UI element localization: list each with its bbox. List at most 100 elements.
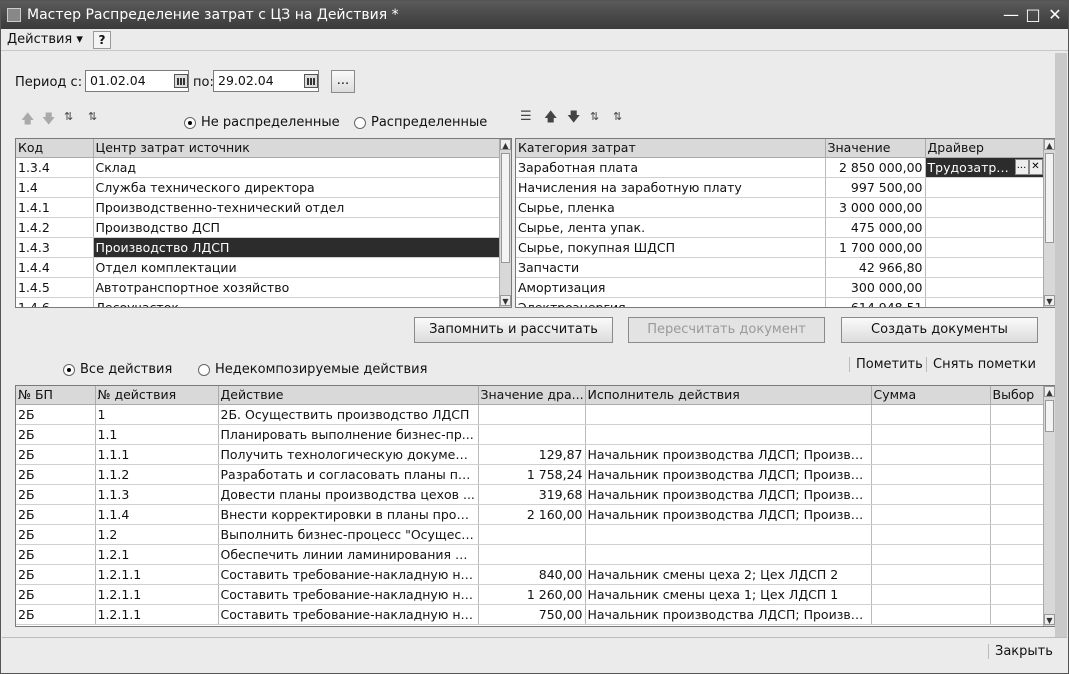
radio-all-actions[interactable]: Все действия — [63, 362, 172, 377]
table-row[interactable]: 2Б 1.1 Планировать выполнение бизнес-пр... — [16, 424, 1044, 445]
cell: 1.4.1 — [16, 197, 94, 218]
left-grid-scrollbar[interactable]: ▲ ▼ — [499, 139, 511, 307]
cell: Сырье, пленка — [516, 197, 826, 218]
scroll-up-icon[interactable]: ▲ — [1044, 139, 1055, 150]
cell: Планировать выполнение бизнес-пр... — [218, 424, 479, 445]
period-from-field[interactable]: 01.02.04 — [85, 70, 189, 92]
table-row[interactable]: 2Б 1.2.1.1 Составить требование-накладную … — [16, 584, 1044, 605]
table-row[interactable]: 1.4.5 Автотранспортное хозяйство — [16, 277, 500, 298]
right-grid-scrollbar[interactable]: ▲ ▼ — [1043, 139, 1055, 307]
radio-distributed[interactable]: Распределенные — [354, 115, 487, 130]
scroll-thumb[interactable] — [1045, 400, 1054, 432]
close-button[interactable]: Закрыть — [988, 644, 1053, 659]
table-row[interactable]: 2Б 1.1.1 Получить технологическую документ… — [16, 444, 1044, 465]
maximize-icon[interactable]: □ — [1023, 5, 1043, 25]
scroll-down-icon[interactable]: ▼ — [1044, 295, 1055, 306]
col-value[interactable]: Значение — [825, 139, 926, 158]
table-row[interactable]: Сырье, лента упак. 475 000,00 — [516, 217, 1044, 238]
driver-editor[interactable]: Трудозатраты... ✕ — [925, 157, 1044, 178]
table-row[interactable]: 2Б 1.2 Выполнить бизнес-процесс "Осущест..… — [16, 524, 1044, 545]
table-row[interactable]: 1.4.2 Производство ДСП — [16, 217, 500, 238]
radio-nondecomposable[interactable]: Недекомпозируемые действия — [198, 362, 427, 377]
table-row[interactable]: 2Б 1 2Б. Осуществить производство ЛДСП — [16, 404, 1044, 425]
cell — [871, 504, 991, 525]
arrow-up-icon[interactable]: 🡅 — [544, 108, 557, 130]
fill-icon[interactable]: ☰ — [520, 109, 532, 124]
minimize-icon[interactable]: — — [1001, 5, 1021, 25]
remember-calculate-button[interactable]: Запомнить и рассчитать — [414, 317, 613, 343]
scroll-down-icon[interactable]: ▼ — [1044, 614, 1055, 625]
cell — [925, 257, 1044, 278]
calendar-icon[interactable] — [174, 74, 188, 88]
table-row[interactable]: 2Б 1.2.1 Обеспечить линии ламинирования ш.… — [16, 544, 1044, 565]
table-row[interactable]: Заработная плата 2 850 000,00 Трудозатраты… — [516, 157, 1044, 178]
scroll-thumb[interactable] — [501, 153, 510, 263]
main-window: Мастер Распределение затрат с ЦЗ на Дейс… — [0, 0, 1069, 674]
scroll-up-icon[interactable]: ▲ — [1044, 386, 1055, 397]
col-driver-value[interactable]: Значение дра... — [478, 386, 586, 405]
table-row[interactable]: 2Б 1.1.3 Довести планы производства цехов … — [16, 484, 1044, 505]
unmark-button[interactable]: Снять пометки — [926, 357, 1036, 372]
calendar-icon[interactable] — [304, 74, 318, 88]
col-executor[interactable]: Исполнитель действия — [585, 386, 872, 405]
chevron-down-icon: ▾ — [76, 32, 83, 47]
table-row[interactable]: 1.4.4 Отдел комплектации — [16, 257, 500, 278]
table-row[interactable]: 2Б 1.1.2 Разработать и согласовать планы п… — [16, 464, 1044, 485]
actions-grid-scrollbar[interactable]: ▲ ▼ — [1043, 386, 1055, 626]
clear-icon[interactable]: ✕ — [1028, 158, 1042, 175]
arrow-up-icon[interactable]: 🡅 — [21, 110, 34, 132]
table-row[interactable]: Сырье, пленка 3 000 000,00 — [516, 197, 1044, 218]
arrow-down-icon[interactable]: 🡇 — [567, 108, 580, 130]
table-row[interactable]: Амортизация 300 000,00 — [516, 277, 1044, 298]
cell — [585, 404, 872, 425]
period-select-button[interactable]: ... — [331, 70, 355, 93]
col-choice[interactable]: Выбор — [990, 386, 1044, 405]
col-bp[interactable]: № БП — [16, 386, 96, 405]
close-icon[interactable]: ✕ — [1045, 5, 1065, 25]
col-center[interactable]: Центр затрат источник — [93, 139, 500, 158]
table-row[interactable]: Сырье, покупная ШДСП 1 700 000,00 — [516, 237, 1044, 258]
cell — [478, 524, 586, 545]
create-documents-button[interactable]: Создать документы — [841, 317, 1038, 343]
sort-desc-icon[interactable]: ⇅ — [613, 110, 622, 123]
recalculate-document-button[interactable]: Пересчитать документ — [628, 317, 825, 343]
col-category[interactable]: Категория затрат — [516, 139, 826, 158]
col-code[interactable]: Код — [16, 139, 94, 158]
table-row[interactable]: 1.4.1 Производственно-технический отдел — [16, 197, 500, 218]
scroll-down-icon[interactable]: ▼ — [500, 295, 511, 306]
cell-selected: Производство ЛДСП — [93, 237, 500, 258]
table-row[interactable]: 1.4.3 Производство ЛДСП — [16, 237, 500, 258]
table-row[interactable]: 2Б 1.1.4 Внести корректировки в планы прои… — [16, 504, 1044, 525]
scroll-thumb[interactable] — [1045, 153, 1054, 243]
cell: Довести планы производства цехов ... — [218, 484, 479, 505]
table-row[interactable]: Запчасти 42 966,80 — [516, 257, 1044, 278]
scroll-up-icon[interactable]: ▲ — [500, 139, 511, 150]
table-row[interactable]: 1.3.4 Склад — [16, 157, 500, 178]
col-driver[interactable]: Драйвер — [925, 139, 1044, 158]
table-row[interactable]: 1.4.6 Лесоучасток — [16, 297, 500, 307]
cell: 1.2.1 — [95, 544, 219, 565]
actions-menu[interactable]: Действия ▾ — [1, 32, 89, 47]
table-row[interactable]: Электроэнергия 614 948,51 — [516, 297, 1044, 307]
col-sum[interactable]: Сумма — [871, 386, 991, 405]
select-button[interactable]: ... — [1014, 158, 1029, 175]
sort-desc-icon[interactable]: ⇅ — [88, 110, 97, 123]
cell: 300 000,00 — [825, 277, 926, 298]
period-to-field[interactable]: 29.02.04 — [213, 70, 319, 92]
radio-undistributed[interactable]: Не распределенные — [184, 115, 340, 130]
sort-asc-icon[interactable]: ⇅ — [590, 110, 599, 123]
cost-categories-grid: Категория затрат Значение Драйвер Зарабо… — [515, 138, 1056, 308]
arrow-down-icon[interactable]: 🡇 — [42, 110, 55, 132]
radio-distributed-label: Распределенные — [371, 115, 488, 130]
col-action-no[interactable]: № действия — [95, 386, 219, 405]
cell: Производство ДСП — [93, 217, 500, 238]
col-action[interactable]: Действие — [218, 386, 479, 405]
table-row[interactable]: 2Б 1.2.1.1 Составить требование-накладную … — [16, 564, 1044, 585]
table-row[interactable]: 1.4 Служба технического директора — [16, 177, 500, 198]
help-button[interactable]: ? — [92, 30, 111, 49]
window-scrollbar[interactable] — [1055, 53, 1067, 637]
table-row[interactable]: Начисления на заработную плату 997 500,00 — [516, 177, 1044, 198]
mark-button[interactable]: Пометить — [849, 357, 923, 372]
sort-asc-icon[interactable]: ⇅ — [64, 110, 73, 123]
table-row[interactable]: 2Б 1.2.1.1 Составить требование-накладную … — [16, 604, 1044, 625]
